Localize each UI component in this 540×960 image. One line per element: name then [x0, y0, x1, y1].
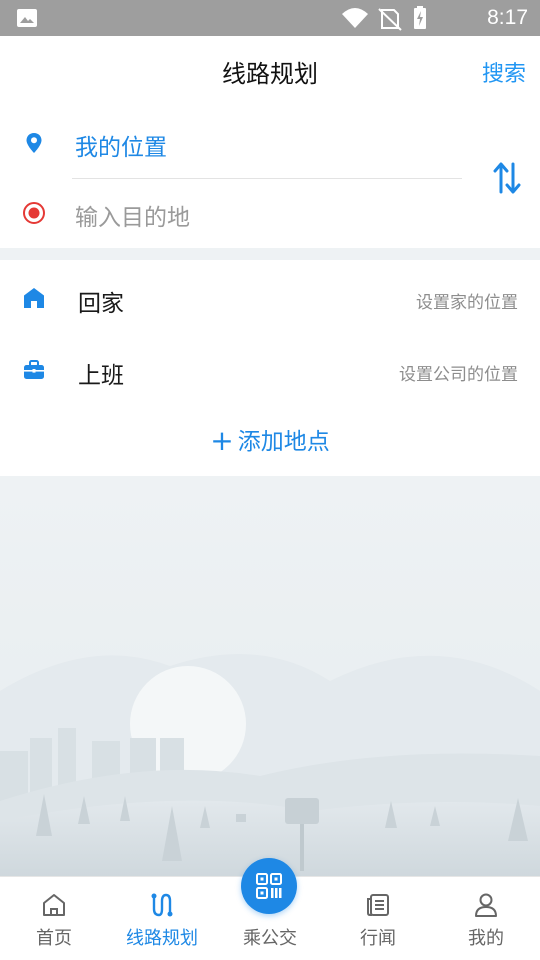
tab-home-label: 首页 — [36, 928, 72, 949]
destination-row[interactable]: 输入目的地 — [0, 178, 470, 248]
home-label: 回家 — [78, 291, 124, 317]
home-outline-icon — [43, 894, 65, 916]
search-button[interactable]: 搜索 — [482, 56, 526, 88]
news-icon — [367, 894, 389, 916]
route-icon — [151, 893, 173, 917]
home-place-row[interactable]: 回家 设置家的位置 — [0, 262, 540, 334]
briefcase-icon — [24, 360, 44, 379]
location-pin-icon — [26, 133, 42, 153]
swap-arrows-icon[interactable] — [492, 160, 522, 196]
status-bar: 8:17 — [0, 0, 540, 36]
scan-qr-button[interactable] — [241, 858, 297, 914]
wifi-icon — [342, 8, 368, 28]
tab-route-planning-label: 线路规划 — [126, 928, 198, 949]
tab-home[interactable]: 首页 — [0, 877, 108, 960]
tab-news[interactable]: 行闻 — [324, 877, 432, 960]
system-status-icons — [342, 6, 426, 31]
destination-dot-icon — [23, 202, 45, 224]
tab-news-label: 行闻 — [360, 928, 396, 949]
no-sim-icon — [378, 8, 402, 31]
origin-label: 我的位置 — [75, 135, 167, 161]
plus-icon: + — [210, 424, 234, 457]
tab-mine-label: 我的 — [468, 928, 504, 949]
origin-row[interactable]: 我的位置 — [0, 108, 470, 178]
battery-charging-icon — [414, 6, 426, 29]
page-title: 线路规划 — [222, 60, 318, 88]
tab-route-planning[interactable]: 线路规划 — [108, 877, 216, 960]
user-icon — [475, 893, 497, 917]
destination-input[interactable]: 输入目的地 — [75, 198, 190, 232]
saved-places-card: 回家 设置家的位置 上班 设置公司的位置 + 添加地点 — [0, 260, 540, 476]
route-input-card: 我的位置 输入目的地 — [0, 108, 540, 248]
image-notification-icon — [17, 9, 37, 27]
home-icon — [24, 288, 44, 308]
add-place-label: 添加地点 — [237, 429, 330, 455]
work-place-row[interactable]: 上班 设置公司的位置 — [0, 334, 540, 406]
city-landscape-illustration — [0, 476, 540, 876]
work-label: 上班 — [78, 363, 124, 389]
set-home-hint[interactable]: 设置家的位置 — [416, 288, 518, 313]
tab-take-bus-label: 乘公交 — [243, 928, 297, 949]
status-time: 8:17 — [487, 6, 528, 29]
tab-mine[interactable]: 我的 — [432, 877, 540, 960]
add-place-button[interactable]: + 添加地点 — [0, 422, 540, 457]
app-header: 线路规划 搜索 — [0, 36, 540, 108]
set-work-hint[interactable]: 设置公司的位置 — [399, 360, 518, 385]
qr-code-icon — [256, 873, 282, 899]
